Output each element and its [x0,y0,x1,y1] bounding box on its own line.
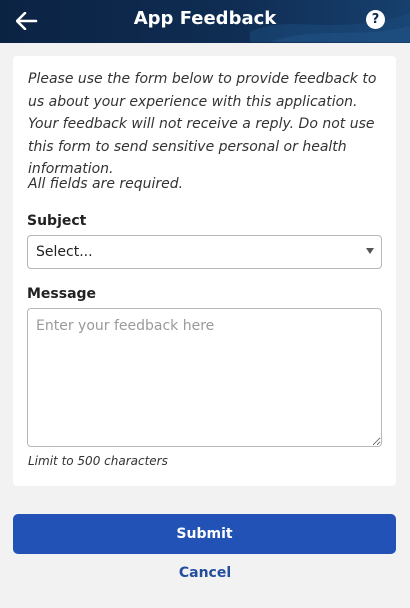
page-title: App Feedback [133,8,277,29]
required-note: All fields are required. [28,176,184,192]
caret-down-icon [366,248,374,254]
submit-button[interactable]: Submit [13,514,396,554]
subject-label: Subject [27,213,87,229]
subject-select[interactable]: Select... [27,235,382,269]
app-header: App Feedback ? [0,0,410,43]
intro-text: Please use the form below to provide fee… [28,71,377,177]
message-textarea[interactable] [27,308,382,447]
message-label: Message [27,286,97,302]
character-limit-note: Limit to 500 characters [28,454,168,468]
cancel-link[interactable]: Cancel [0,565,410,581]
question-circle-icon: ? [371,12,380,27]
subject-selected-value: Select... [36,244,93,260]
feedback-form-card: Please use the form below to provide fee… [13,56,396,486]
help-button[interactable]: ? [366,10,385,29]
